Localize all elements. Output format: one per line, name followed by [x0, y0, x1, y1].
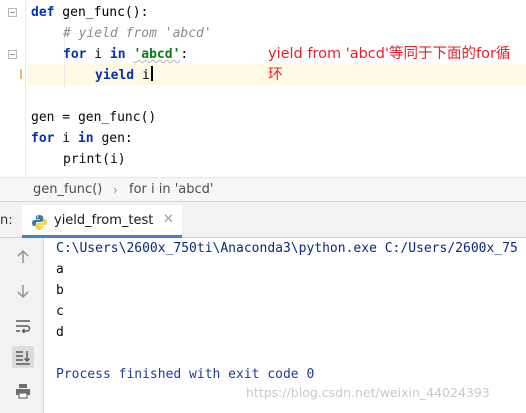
fold-marker-icon[interactable] — [8, 8, 17, 17]
code-colon: : — [180, 47, 189, 62]
breadcrumb-item-gen-func[interactable]: gen_func() — [33, 182, 102, 198]
console-exit-message: Process finished with exit code 0 — [56, 367, 315, 382]
keyword-for: for — [31, 131, 55, 146]
code-line-1[interactable]: def gen_func(): — [31, 3, 148, 23]
fold-marker-icon[interactable] — [8, 50, 17, 59]
run-console[interactable]: C:\Users\2600x_750ti\Anaconda3\python.ex… — [0, 238, 526, 413]
code-line-3[interactable]: for i in 'abcd': — [63, 45, 188, 65]
keyword-for: for — [63, 47, 87, 62]
run-tab-label: yield_from_test — [54, 213, 154, 228]
run-panel-label: n: — [0, 213, 13, 228]
red-annotation: yield from 'abcd'等同于下面的for循环 — [268, 46, 511, 83]
rerun-up-icon[interactable] — [12, 246, 34, 268]
scroll-to-end-icon[interactable] — [12, 346, 34, 368]
breakpoint-area — [20, 69, 24, 79]
down-arrow-icon[interactable] — [12, 280, 34, 302]
console-output-line: c — [56, 304, 64, 319]
loop-variable: i — [54, 131, 78, 146]
console-toolbar — [0, 238, 44, 413]
keyword-in: in — [77, 131, 94, 146]
code-line-5[interactable]: gen = gen_func() — [31, 108, 156, 128]
console-output-line: b — [56, 283, 64, 298]
editor-gutter[interactable] — [0, 0, 26, 177]
loop-variable: i — [86, 47, 110, 62]
code-line-6[interactable]: for i in gen: — [31, 129, 133, 149]
keyword-in: in — [109, 47, 126, 62]
breadcrumb: gen_func() › for i in 'abcd' — [0, 177, 526, 202]
soft-wrap-icon[interactable] — [12, 315, 34, 337]
assignment: gen = gen_func() — [31, 110, 157, 125]
tab-yield-from-test[interactable]: yield_from_test ✕ — [22, 205, 182, 238]
console-output-line: a — [56, 262, 64, 277]
run-tool-window-header: n: yield_from_test ✕ — [0, 202, 526, 238]
yield-value: i — [134, 68, 150, 83]
breadcrumb-separator: › — [113, 183, 118, 197]
code-editor[interactable]: def gen_func(): # yield from 'abcd' for … — [0, 0, 526, 177]
code-comment: # yield from 'abcd' — [63, 26, 212, 41]
console-output-line: d — [56, 325, 64, 340]
code-line-2[interactable]: # yield from 'abcd' — [63, 24, 212, 44]
loop-iterable: gen: — [93, 131, 133, 146]
watermark-text: https://blog.csdn.net/weixin_44024393 — [246, 385, 490, 400]
function-signature: gen_func(): — [54, 5, 149, 20]
python-file-icon — [32, 215, 47, 230]
keyword-yield: yield — [95, 68, 135, 83]
print-call: print(i) — [63, 152, 126, 167]
breadcrumb-item-for-loop[interactable]: for i in 'abcd' — [129, 182, 214, 198]
text-caret — [150, 66, 153, 81]
console-command-line: C:\Users\2600x_750ti\Anaconda3\python.ex… — [56, 241, 518, 256]
close-icon[interactable]: ✕ — [163, 212, 174, 227]
code-line-4[interactable]: yield i — [95, 66, 153, 86]
code-line-7[interactable]: print(i) — [63, 150, 126, 170]
print-icon[interactable] — [12, 380, 34, 402]
string-literal: 'abcd' — [133, 47, 181, 62]
keyword-def: def — [31, 5, 55, 20]
